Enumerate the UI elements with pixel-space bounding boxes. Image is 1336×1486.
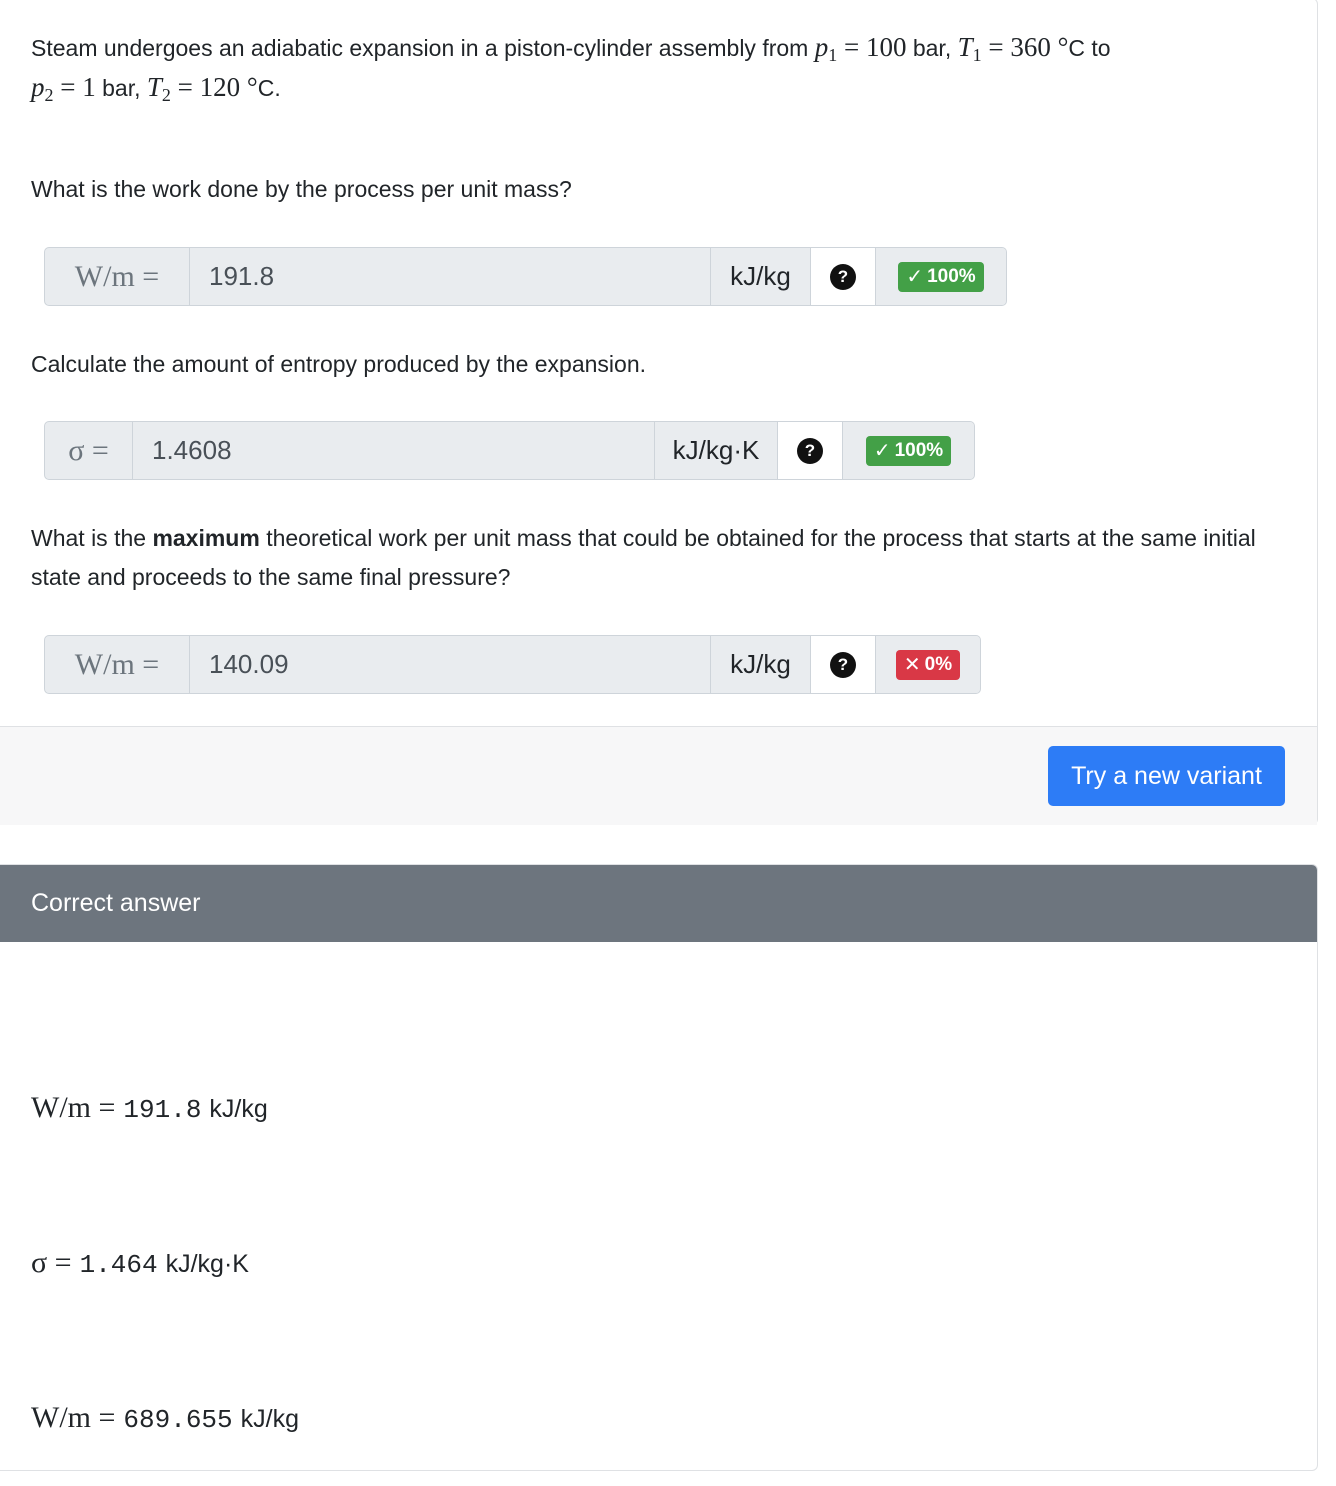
answer-label: W/m = xyxy=(31,1091,116,1124)
question-circle-icon: ? xyxy=(797,437,823,464)
question-1-text: What is the work done by the process per… xyxy=(31,176,572,202)
score-badge-correct: ✓ 100% xyxy=(865,435,952,466)
work-input[interactable]: 191.8 xyxy=(190,248,711,305)
x-icon: ✕ xyxy=(903,654,921,676)
score-badge-incorrect: ✕ 0% xyxy=(895,649,961,680)
correct-answer-work: W/m = 191.8 kJ/kg xyxy=(31,1091,268,1125)
answer-input-group-3: W/m = 140.09 kJ/kg ? ✕ 0% xyxy=(44,635,981,694)
score-badge-container: ✓ 100% xyxy=(876,248,1006,305)
t2-expression: T2 = 120 ° xyxy=(146,72,258,105)
question-card: Steam undergoes an adiabatic expansion i… xyxy=(0,0,1318,825)
check-icon: ✓ xyxy=(873,440,891,462)
emphasis-maximum: maximum xyxy=(152,525,260,551)
question-circle-icon: ? xyxy=(830,263,856,290)
score-badge-correct: ✓ 100% xyxy=(898,261,984,292)
p2-expression: p2 = 1 xyxy=(31,72,96,105)
answer-input-group-2: σ = 1.4608 kJ/kg·K ? ✓ 100% xyxy=(44,421,975,480)
answer-input-group-1: W/m = 191.8 kJ/kg ? ✓ 100% xyxy=(44,247,1007,306)
help-button[interactable]: ? xyxy=(778,422,843,479)
score-value: 100% xyxy=(927,265,976,287)
t1-expression: T1 = 360 ° xyxy=(957,32,1069,65)
score-value: 100% xyxy=(894,439,944,461)
help-button[interactable]: ? xyxy=(811,636,876,693)
question-circle-icon: ? xyxy=(830,651,856,678)
score-value: 0% xyxy=(924,653,953,675)
correct-answer-card: Correct answer W/m = 191.8 kJ/kg σ = 1.4… xyxy=(0,864,1318,1471)
t2-unit: C. xyxy=(257,75,281,101)
input-label-work: W/m = xyxy=(45,636,190,693)
p1-unit: bar, xyxy=(906,35,958,61)
check-icon: ✓ xyxy=(906,266,924,288)
score-badge-container: ✓ 100% xyxy=(843,422,974,479)
question-footer: Try a new variant xyxy=(0,726,1317,825)
answer-value: 689.655 xyxy=(123,1405,233,1435)
p1-expression: p1 = 100 xyxy=(814,32,907,65)
answer-label: W/m = xyxy=(31,1401,116,1434)
answer-value: 191.8 xyxy=(123,1095,202,1125)
correct-answer-header: Correct answer xyxy=(0,865,1317,942)
correct-answer-entropy: σ = 1.464 kJ/kg·K xyxy=(31,1246,249,1280)
answer-value: 1.464 xyxy=(79,1250,158,1280)
answer-unit: kJ/kg xyxy=(209,1095,268,1123)
t1-unit: C to xyxy=(1068,35,1111,61)
question-3-text: What is the maximum theoretical work per… xyxy=(31,525,1256,590)
problem-statement: Steam undergoes an adiabatic expansion i… xyxy=(31,28,1291,108)
unit-label: kJ/kg xyxy=(711,248,811,305)
input-label-work: W/m = xyxy=(45,248,190,305)
input-label-sigma: σ = xyxy=(45,422,133,479)
score-badge-container: ✕ 0% xyxy=(876,636,980,693)
statement-text: Steam undergoes an adiabatic expansion i… xyxy=(31,35,815,61)
answer-label: σ = xyxy=(31,1246,72,1279)
answer-unit: kJ/kg xyxy=(240,1405,299,1433)
answer-unit: kJ/kg·K xyxy=(165,1250,249,1278)
unit-label: kJ/kg·K xyxy=(655,422,778,479)
correct-answer-max-work: W/m = 689.655 kJ/kg xyxy=(31,1401,299,1435)
entropy-input[interactable]: 1.4608 xyxy=(133,422,655,479)
help-button[interactable]: ? xyxy=(811,248,876,305)
p2-unit: bar, xyxy=(95,75,147,101)
unit-label: kJ/kg xyxy=(711,636,811,693)
question-2-text: Calculate the amount of entropy produced… xyxy=(31,351,647,377)
try-new-variant-button[interactable]: Try a new variant xyxy=(1048,746,1285,806)
max-work-input[interactable]: 140.09 xyxy=(190,636,711,693)
